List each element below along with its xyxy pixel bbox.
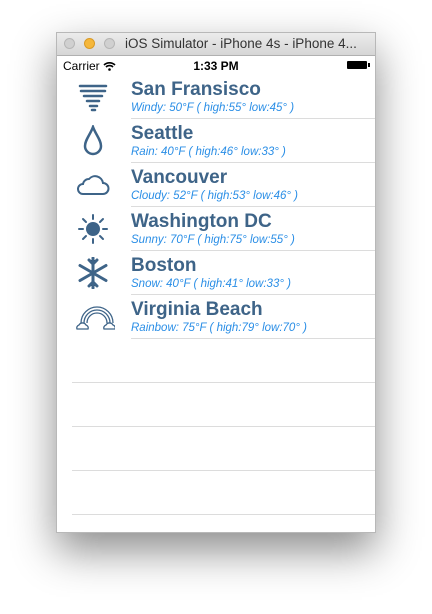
city-name: Washington DC	[131, 211, 272, 232]
empty-row	[57, 339, 375, 383]
weather-table[interactable]: San Fransisco Windy: 50°F ( high:55° low…	[57, 75, 375, 515]
table-row[interactable]: Virginia Beach Rainbow: 75°F ( high:79° …	[57, 295, 375, 339]
minimize-button[interactable]	[84, 38, 95, 49]
table-row[interactable]: Vancouver Cloudy: 52°F ( high:53° low:46…	[57, 163, 375, 207]
city-name: Virginia Beach	[131, 299, 263, 320]
empty-row	[57, 383, 375, 427]
weather-detail: Rainbow: 75°F ( high:79° low:70° )	[131, 322, 307, 334]
table-row[interactable]: Boston Snow: 40°F ( high:41° low:33° )	[57, 251, 375, 295]
snowflake-icon	[78, 257, 108, 289]
weather-detail: Sunny: 70°F ( high:75° low:55° )	[131, 234, 295, 246]
city-name: San Fransisco	[131, 79, 261, 100]
simulator-window: iOS Simulator - iPhone 4s - iPhone 4... …	[56, 32, 376, 533]
rainbow-icon	[76, 306, 115, 330]
city-name: Seattle	[131, 123, 194, 144]
title-bar: iOS Simulator - iPhone 4s - iPhone 4...	[57, 33, 375, 56]
table-row[interactable]: Washington DC Sunny: 70°F ( high:75° low…	[57, 207, 375, 251]
weather-detail: Windy: 50°F ( high:55° low:45° )	[131, 102, 295, 114]
city-name: Boston	[131, 255, 197, 276]
row-separator	[72, 514, 375, 515]
empty-row	[57, 471, 375, 515]
battery-icon	[347, 61, 370, 69]
empty-row	[57, 427, 375, 471]
weather-detail: Cloudy: 52°F ( high:53° low:46° )	[131, 190, 299, 202]
tornado-icon	[78, 84, 108, 112]
weather-detail: Rain: 40°F ( high:46° low:33° )	[131, 146, 286, 158]
status-bar: Carrier 1:33 PM	[57, 56, 375, 75]
clock: 1:33 PM	[193, 59, 239, 73]
table-row[interactable]: San Fransisco Windy: 50°F ( high:55° low…	[57, 75, 375, 119]
close-button[interactable]	[64, 38, 75, 49]
raindrop-icon	[83, 125, 103, 156]
table-row[interactable]: Seattle Rain: 40°F ( high:46° low:33° )	[57, 119, 375, 163]
weather-detail: Snow: 40°F ( high:41° low:33° )	[131, 278, 291, 290]
sun-icon	[78, 214, 108, 244]
window-title: iOS Simulator - iPhone 4s - iPhone 4...	[125, 36, 357, 51]
zoom-button[interactable]	[104, 38, 115, 49]
city-name: Vancouver	[131, 167, 228, 188]
cloud-icon	[77, 175, 110, 195]
